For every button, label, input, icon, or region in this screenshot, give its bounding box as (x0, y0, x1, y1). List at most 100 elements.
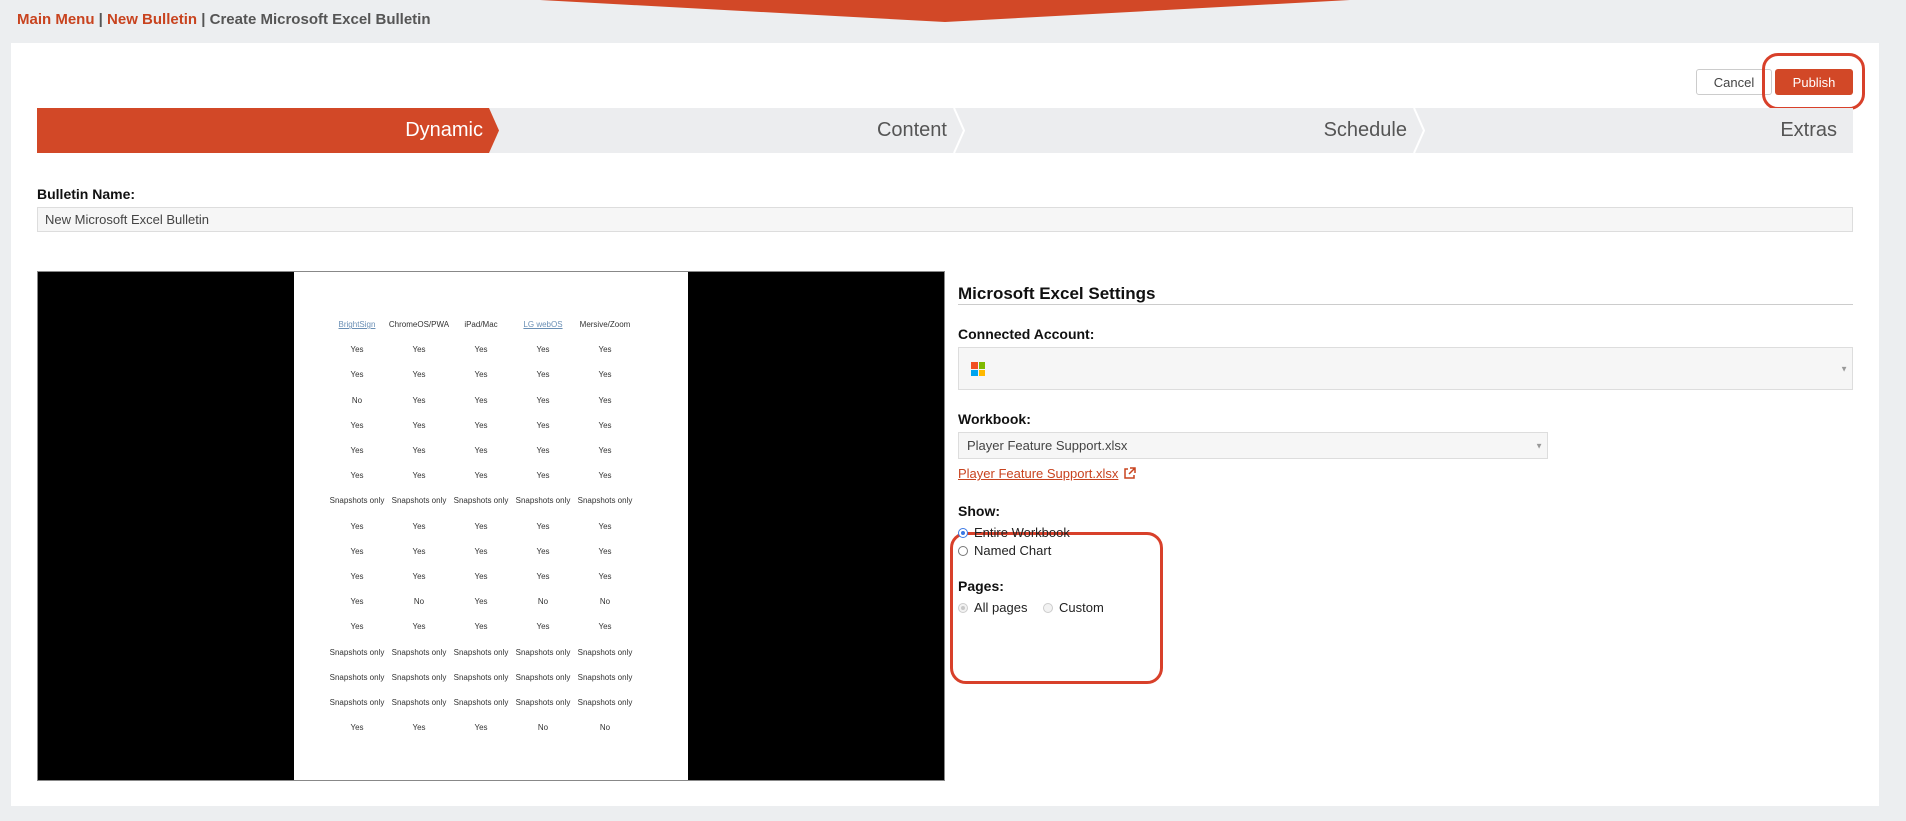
table-cell: Yes (412, 420, 426, 430)
table-row: Yes Yes Yes Yes Yes (326, 514, 636, 539)
table-cell: Snapshots only (577, 697, 633, 707)
table-cell: Snapshots only (577, 496, 633, 506)
connected-account-select[interactable]: ▼ (958, 347, 1853, 390)
table-cell: Snapshots only (453, 672, 509, 682)
table-header-cell: LG webOS (523, 320, 563, 330)
table-cell: Yes (598, 571, 612, 581)
radio-label: Custom (1059, 600, 1104, 615)
table-cell: No (537, 723, 549, 733)
dropdown-caret-icon: ▼ (1840, 364, 1848, 373)
step-extras[interactable]: Extras (1423, 108, 1853, 153)
table-row: Yes Yes Yes Yes Yes (326, 337, 636, 362)
dropdown-caret-icon: ▼ (1535, 441, 1543, 450)
table-cell: Snapshots only (329, 647, 385, 657)
table-cell: Yes (412, 345, 426, 355)
table-cell: Yes (598, 622, 612, 632)
breadcrumb: Main Menu | New Bulletin | Create Micros… (17, 11, 431, 28)
table-cell: Yes (598, 395, 612, 405)
workbook-select[interactable]: Player Feature Support.xlsx ▼ (958, 432, 1548, 459)
table-cell: Yes (536, 446, 550, 456)
table-cell: No (351, 395, 363, 405)
table-cell: Yes (350, 370, 364, 380)
table-cell: Yes (474, 546, 488, 556)
table-cell: Yes (350, 446, 364, 456)
table-cell: Yes (474, 723, 488, 733)
external-link-icon (1124, 467, 1137, 479)
radio-label: Entire Workbook (974, 525, 1070, 540)
table-row: Yes Yes Yes Yes Yes (326, 413, 636, 438)
table-row: Yes Yes Yes Yes Yes (326, 614, 636, 639)
radio-custom[interactable] (1043, 602, 1053, 613)
settings-divider (958, 304, 1853, 305)
table-cell: Snapshots only (453, 496, 509, 506)
table-cell: Yes (412, 521, 426, 531)
radio-entire-workbook[interactable] (958, 527, 968, 538)
table-row: Yes Yes Yes No No (326, 715, 636, 740)
table-cell: Yes (412, 370, 426, 380)
table-cell: Yes (412, 546, 426, 556)
table-header-cell: iPad/Mac (464, 320, 498, 330)
table-cell: Yes (412, 471, 426, 481)
table-row: Yes Yes Yes Yes Yes (326, 539, 636, 564)
workbook-link[interactable]: Player Feature Support.xlsx (958, 466, 1137, 481)
pages-label: Pages: (958, 578, 1004, 594)
table-cell: No (537, 597, 549, 607)
show-named-chart-option[interactable]: Named Chart (958, 543, 1051, 558)
bulletin-name-label: Bulletin Name: (37, 186, 136, 202)
step-dynamic[interactable]: Dynamic (37, 108, 499, 153)
workbook-label: Workbook: (958, 411, 1031, 427)
publish-button[interactable]: Publish (1775, 69, 1853, 95)
table-cell: No (599, 723, 611, 733)
breadcrumb-main-menu[interactable]: Main Menu (17, 11, 95, 28)
pages-all-option[interactable]: All pages (958, 600, 1027, 615)
table-cell: Snapshots only (329, 697, 385, 707)
cancel-button[interactable]: Cancel (1696, 69, 1772, 95)
table-cell: Yes (350, 546, 364, 556)
radio-named-chart[interactable] (958, 545, 968, 556)
table-cell: Yes (350, 521, 364, 531)
table-row: Snapshots only Snapshots only Snapshots on… (326, 639, 636, 664)
step-schedule[interactable]: Schedule (963, 108, 1423, 153)
table-cell: Yes (598, 446, 612, 456)
table-cell: Yes (412, 622, 426, 632)
pages-custom-option[interactable]: Custom (1043, 600, 1104, 615)
table-cell: Yes (536, 571, 550, 581)
table-cell: Yes (474, 471, 488, 481)
table-cell: Snapshots only (577, 647, 633, 657)
radio-all-pages[interactable] (958, 602, 968, 613)
breadcrumb-separator: | (201, 11, 206, 28)
table-row: No Yes Yes Yes Yes (326, 388, 636, 413)
table-header-row: BrightSign ChromeOS/PWA iPad/Mac LG webO… (326, 312, 636, 337)
table-cell: Snapshots only (391, 697, 447, 707)
table-cell: Yes (536, 420, 550, 430)
settings-title: Microsoft Excel Settings (958, 284, 1156, 303)
table-row: Yes No Yes No No (326, 589, 636, 614)
table-header-cell: ChromeOS/PWA (388, 320, 450, 330)
table-cell: Yes (598, 420, 612, 430)
table-cell: Yes (474, 395, 488, 405)
table-cell: No (413, 597, 425, 607)
top-decoration (540, 0, 1350, 22)
table-cell: Yes (350, 471, 364, 481)
microsoft-logo-icon (971, 362, 985, 376)
table-cell: Yes (536, 471, 550, 481)
table-cell: Yes (536, 622, 550, 632)
table-cell: Yes (350, 597, 364, 607)
breadcrumb-new-bulletin[interactable]: New Bulletin (107, 11, 197, 28)
step-content[interactable]: Content (499, 108, 963, 153)
table-cell: Yes (412, 723, 426, 733)
table-cell: Snapshots only (329, 496, 385, 506)
preview-rows: Yes Yes Yes Yes Yes Yes Yes Yes Yes Yes No Yes Yes Ye… (326, 337, 636, 740)
table-row: Yes Yes Yes Yes Yes (326, 463, 636, 488)
table-cell: Yes (598, 370, 612, 380)
workbook-select-value: Player Feature Support.xlsx (967, 438, 1128, 453)
table-cell: Yes (598, 521, 612, 531)
show-entire-workbook-option[interactable]: Entire Workbook (958, 525, 1070, 540)
table-cell: Yes (350, 571, 364, 581)
table-cell: Snapshots only (577, 672, 633, 682)
table-cell: Yes (598, 546, 612, 556)
table-cell: Snapshots only (329, 672, 385, 682)
table-row: Yes Yes Yes Yes Yes (326, 362, 636, 387)
bulletin-name-input[interactable] (37, 207, 1853, 232)
table-cell: Yes (412, 571, 426, 581)
